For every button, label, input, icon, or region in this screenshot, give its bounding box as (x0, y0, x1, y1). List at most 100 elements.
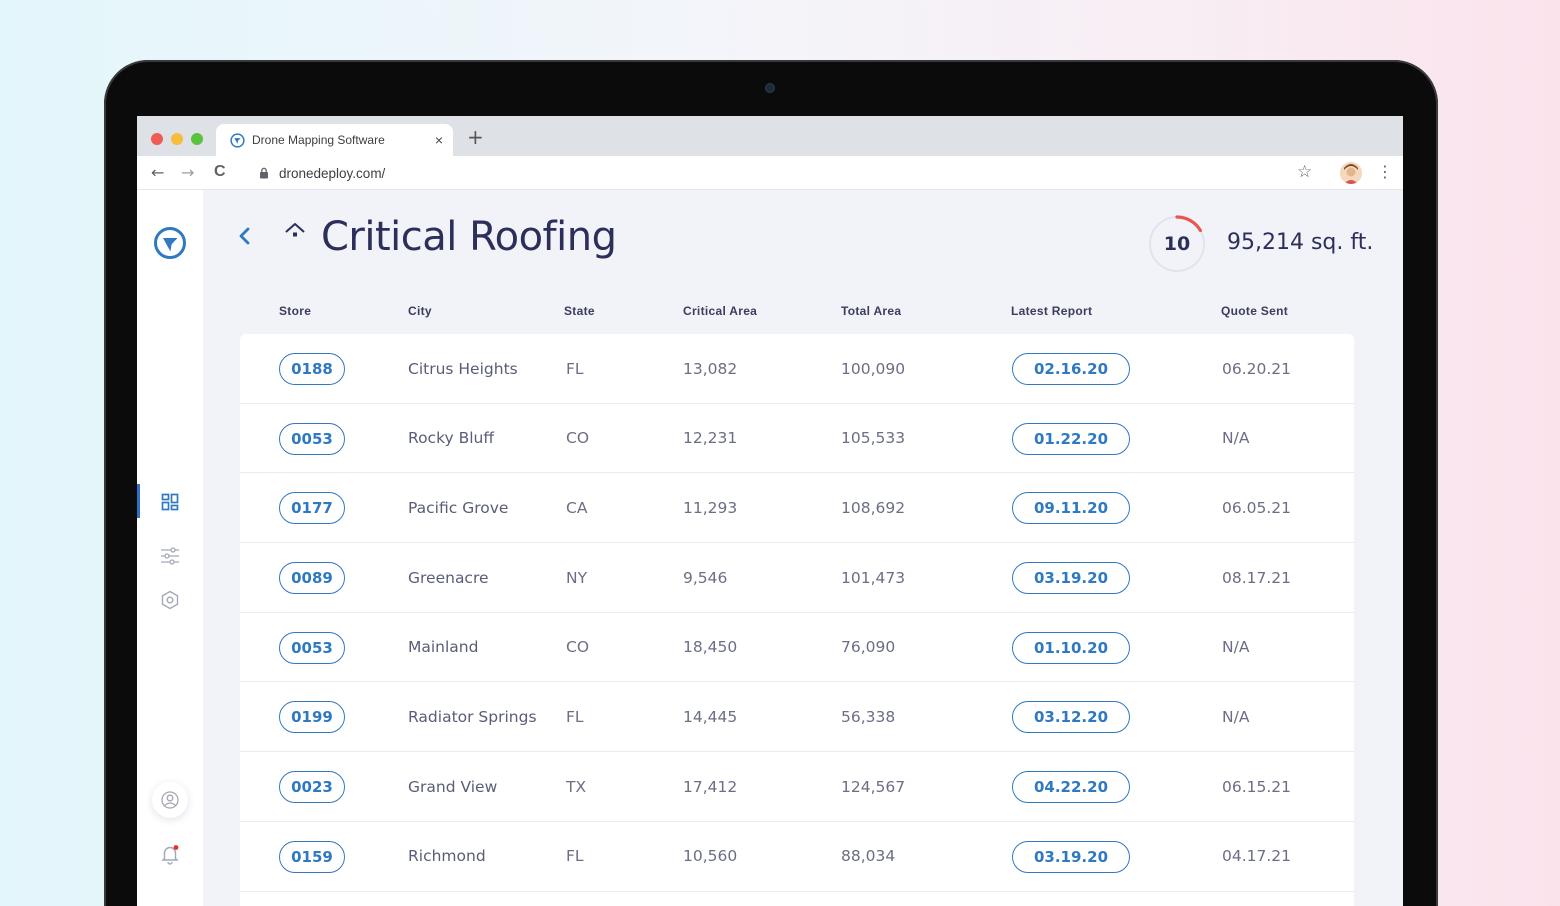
dashboard-icon[interactable] (158, 490, 182, 514)
table-row[interactable]: 0159 Richmond FL 10,560 88,034 03.19.20 04.17.… (240, 822, 1354, 892)
cell-critical-area: 18,450 (683, 638, 738, 657)
profile-face-icon (1340, 162, 1362, 184)
cell-quote-sent: 06.20.21 (1222, 359, 1292, 378)
tab-close-icon[interactable]: × (435, 132, 443, 148)
column-header-total-area[interactable]: Total Area (841, 304, 901, 318)
back-arrow-icon[interactable]: ← (151, 163, 164, 182)
main-content: Critical Roofing 10 95,214 sq. ft. Store… (203, 190, 1403, 906)
cell-state: FL (566, 847, 584, 866)
latest-report-pill[interactable]: 03.19.20 (1012, 840, 1130, 873)
browser-tabbar: Drone Mapping Software × + (137, 116, 1403, 156)
table-row[interactable]: 0199 Radiator Springs FL 14,445 56,338 03.12.… (240, 682, 1354, 753)
property-count: 10 (1163, 233, 1191, 255)
cell-critical-area: 13,082 (683, 359, 738, 378)
cell-state: CO (566, 638, 590, 657)
cell-total-area: 56,338 (841, 707, 896, 726)
table-row[interactable]: 0053 Mainland CO 18,450 76,090 01.10.20 N/A (240, 613, 1354, 683)
cell-quote-sent: 08.17.21 (1222, 568, 1292, 587)
cell-quote-sent: 06.15.21 (1222, 777, 1292, 796)
home-icon (285, 223, 305, 237)
cell-critical-area: 14,445 (683, 707, 738, 726)
cell-quote-sent: N/A (1222, 429, 1250, 448)
cell-state: TX (566, 777, 587, 796)
reload-icon[interactable]: C (214, 163, 226, 181)
filters-icon[interactable] (158, 544, 182, 568)
cell-total-area: 105,533 (841, 429, 906, 448)
cell-quote-sent: 06.05.21 (1222, 498, 1292, 517)
cell-city: Radiator Springs (408, 707, 537, 726)
window-close-button[interactable] (151, 133, 163, 145)
cell-critical-area: 11,293 (683, 498, 738, 517)
latest-report-pill[interactable]: 03.12.20 (1012, 701, 1130, 734)
address-bar[interactable]: dronedeploy.com/ (247, 160, 1325, 186)
laptop-frame: Drone Mapping Software × + ← → C dronede… (104, 60, 1438, 906)
latest-report-pill[interactable]: 01.10.20 (1012, 631, 1130, 664)
favicon-icon (230, 132, 245, 148)
store-pill[interactable]: 0188 (279, 353, 345, 385)
window-minimize-button[interactable] (171, 133, 183, 145)
table-row[interactable]: 0177 Pacific Grove CA 11,293 108,692 09.11.20… (240, 473, 1354, 544)
cell-city: Pacific Grove (408, 498, 509, 517)
table-row[interactable]: 0089 Greenacre NY 9,546 101,473 03.19.20 08.17… (240, 543, 1354, 613)
table-row[interactable]: 0023 Grand View TX 17,412 124,567 04.22.20 06.… (240, 752, 1354, 822)
notification-icon[interactable] (158, 842, 182, 866)
column-header-city[interactable]: City (408, 304, 432, 318)
latest-report-pill[interactable]: 03.19.20 (1012, 562, 1130, 595)
cell-quote-sent: N/A (1222, 638, 1250, 657)
column-header-critical-area[interactable]: Critical Area (683, 304, 757, 318)
cell-city: Richmond (408, 847, 486, 866)
logo-icon[interactable] (153, 226, 187, 260)
cell-quote-sent: 04.17.21 (1222, 847, 1292, 866)
column-header-store[interactable]: Store (279, 304, 311, 318)
profile-avatar[interactable] (1340, 162, 1362, 184)
tab-title: Drone Mapping Software (252, 133, 385, 147)
cell-state: FL (566, 359, 584, 378)
cell-total-area: 108,692 (841, 498, 906, 517)
new-tab-button[interactable]: + (467, 125, 484, 149)
table-body: 0188 Citrus Heights FL 13,082 100,090 02.16.2… (240, 334, 1354, 906)
browser-menu-icon[interactable]: ⋮ (1377, 162, 1393, 181)
cell-city: Citrus Heights (408, 359, 518, 378)
browser-tab[interactable]: Drone Mapping Software × (216, 124, 453, 156)
cell-state: FL (566, 707, 584, 726)
latest-report-pill[interactable]: 09.11.20 (1012, 492, 1130, 525)
latest-report-pill[interactable]: 04.22.20 (1012, 771, 1130, 804)
table-row[interactable]: 0188 Citrus Heights FL 13,082 100,090 02.16.2… (240, 334, 1354, 404)
screen: Drone Mapping Software × + ← → C dronede… (137, 116, 1403, 906)
camera (766, 84, 774, 92)
cell-city: Greenacre (408, 568, 489, 587)
cell-city: Mainland (408, 638, 479, 657)
page-title: Critical Roofing (321, 214, 617, 260)
store-pill[interactable]: 0053 (279, 631, 345, 664)
cell-state: CO (566, 429, 590, 448)
bookmark-star-icon[interactable]: ☆ (1297, 162, 1312, 182)
cell-state: CA (566, 498, 588, 517)
browser-toolbar: ← → C dronedeploy.com/ ☆ ⋮ (137, 156, 1403, 190)
store-pill[interactable]: 0159 (279, 840, 345, 873)
back-icon[interactable] (235, 224, 255, 248)
settings-icon[interactable] (158, 588, 182, 612)
lock-icon (260, 167, 268, 179)
user-account-button[interactable] (152, 782, 188, 818)
store-pill[interactable]: 0089 (279, 562, 345, 595)
column-header-latest-report[interactable]: Latest Report (1011, 304, 1092, 318)
cell-quote-sent: N/A (1222, 707, 1250, 726)
store-pill[interactable]: 0023 (279, 771, 345, 804)
cell-total-area: 124,567 (841, 777, 906, 796)
store-pill[interactable]: 0053 (279, 422, 345, 455)
store-pill[interactable]: 0177 (279, 492, 345, 525)
active-indicator (137, 484, 140, 518)
table-row[interactable]: 0053 Rocky Bluff CO 12,231 105,533 01.22.20 N/… (240, 404, 1354, 474)
latest-report-pill[interactable]: 01.22.20 (1012, 422, 1130, 455)
cell-critical-area: 12,231 (683, 429, 738, 448)
cell-critical-area: 9,546 (683, 568, 728, 587)
user-icon (161, 791, 179, 809)
latest-report-pill[interactable]: 02.16.20 (1012, 353, 1130, 385)
cell-total-area: 100,090 (841, 359, 906, 378)
store-pill[interactable]: 0199 (279, 701, 345, 734)
column-header-state[interactable]: State (564, 304, 595, 318)
total-area: 95,214 sq. ft. (1227, 230, 1374, 255)
forward-arrow-icon[interactable]: → (181, 163, 194, 182)
column-header-quote-sent[interactable]: Quote Sent (1221, 304, 1288, 318)
window-zoom-button[interactable] (191, 133, 203, 145)
